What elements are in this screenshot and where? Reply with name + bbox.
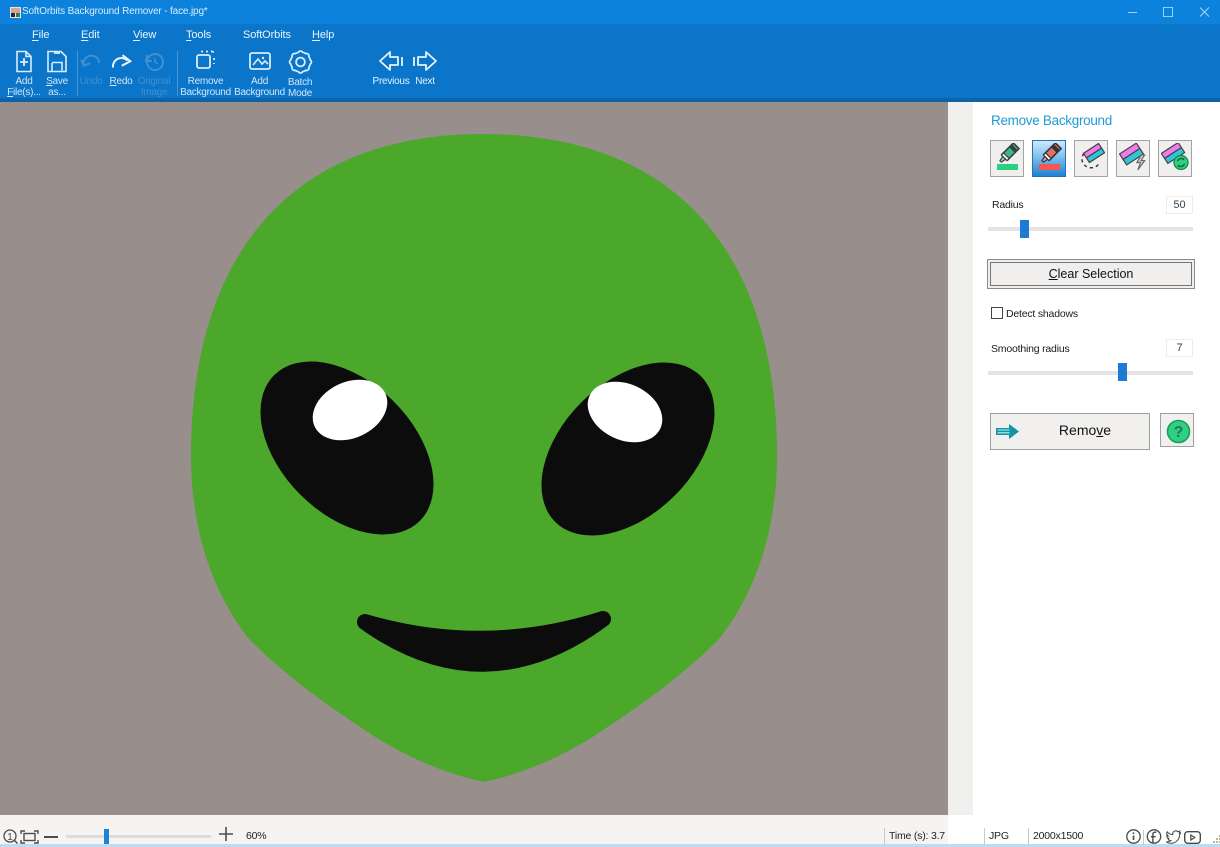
svg-text:?: ?	[1174, 424, 1184, 441]
svg-text:1: 1	[7, 832, 13, 843]
